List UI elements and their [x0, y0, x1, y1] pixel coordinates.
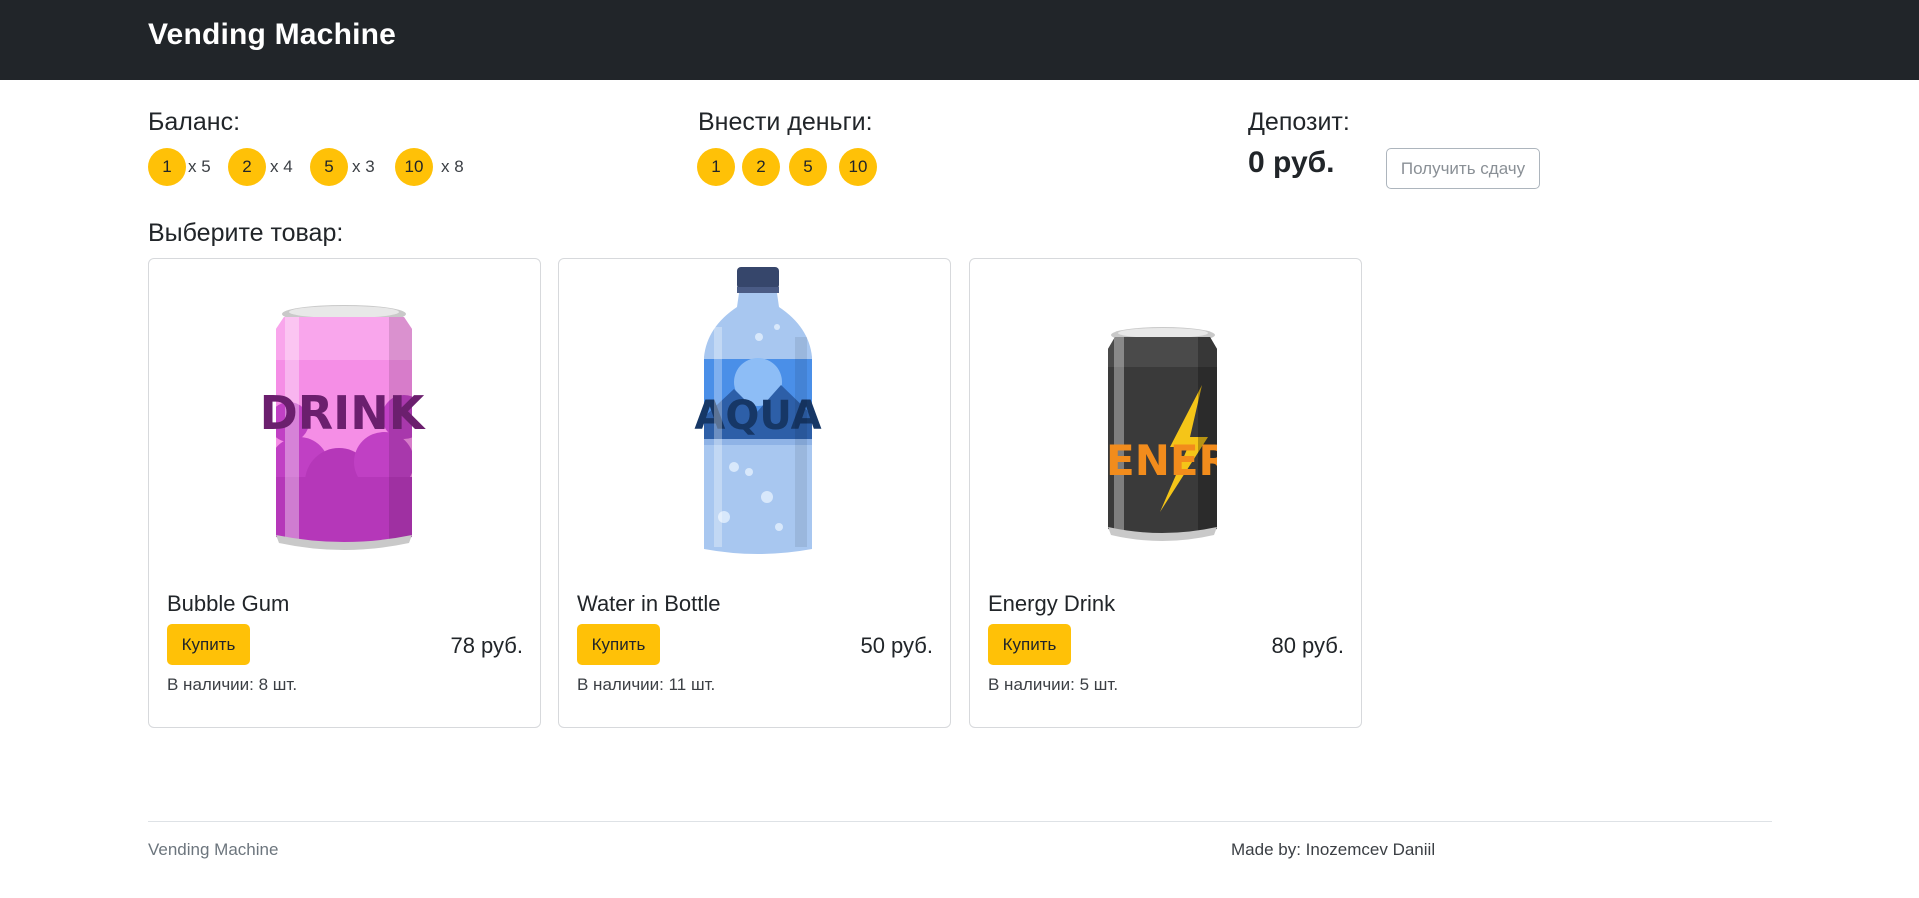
product-stock: В наличии: 11 шт.: [577, 675, 716, 694]
energy-drink-can-icon: ENERG: [970, 267, 1361, 567]
footer-author: Made by: Inozemcev Daniil: [1231, 840, 1436, 859]
balance-coin-1: 1: [148, 148, 186, 186]
catalog-title: Выберите товар:: [148, 219, 344, 247]
footer-app-name: Vending Machine: [148, 840, 279, 859]
product-name: Energy Drink: [988, 591, 1116, 616]
svg-text:ENERG: ENERG: [1106, 436, 1265, 485]
app-title[interactable]: Vending Machine: [148, 18, 396, 52]
svg-text:DRINK: DRINK: [260, 386, 427, 440]
product-card: AQUA Water in Bottle Купить 50 руб. В на…: [558, 258, 951, 728]
balance-coin-2: 2: [228, 148, 266, 186]
insert-money-title: Внести деньги:: [698, 108, 873, 136]
product-card: DRINK Bubble Gum Купить 78 руб. В наличи…: [148, 258, 541, 728]
balance-coin-2-count: x 4: [270, 157, 293, 176]
balance-coin-5-count: x 3: [352, 157, 375, 176]
footer-divider: [148, 821, 1772, 822]
balance-coin-10: 10: [395, 148, 433, 186]
insert-coin-5-button[interactable]: 5: [789, 148, 827, 186]
buy-button[interactable]: Купить: [988, 624, 1071, 665]
balance-coin-10-count: x 8: [441, 157, 464, 176]
get-change-button[interactable]: Получить сдачу: [1386, 148, 1540, 189]
product-price: 50 руб.: [860, 633, 933, 658]
insert-coin-10-button[interactable]: 10: [839, 148, 877, 186]
product-price: 80 руб.: [1271, 633, 1344, 658]
insert-coin-2-button[interactable]: 2: [742, 148, 780, 186]
navbar: Vending Machine: [0, 0, 1919, 80]
water-bottle-icon: AQUA: [559, 267, 950, 567]
deposit-title: Депозит:: [1248, 108, 1350, 136]
product-name: Bubble Gum: [167, 591, 290, 616]
balance-coin-5: 5: [310, 148, 348, 186]
buy-button[interactable]: Купить: [167, 624, 250, 665]
product-price: 78 руб.: [450, 633, 523, 658]
balance-coin-1-count: x 5: [188, 157, 211, 176]
product-stock: В наличии: 5 шт.: [988, 675, 1119, 694]
product-stock: В наличии: 8 шт.: [167, 675, 298, 694]
product-card: ENERG Energy Drink Купить 80 руб. В нали…: [969, 258, 1362, 728]
buy-button[interactable]: Купить: [577, 624, 660, 665]
product-name: Water in Bottle: [577, 591, 721, 616]
pink-soda-can-icon: DRINK: [149, 267, 540, 567]
balance-title: Баланс:: [148, 108, 241, 136]
deposit-value: 0 руб.: [1248, 146, 1335, 179]
insert-coin-1-button[interactable]: 1: [697, 148, 735, 186]
